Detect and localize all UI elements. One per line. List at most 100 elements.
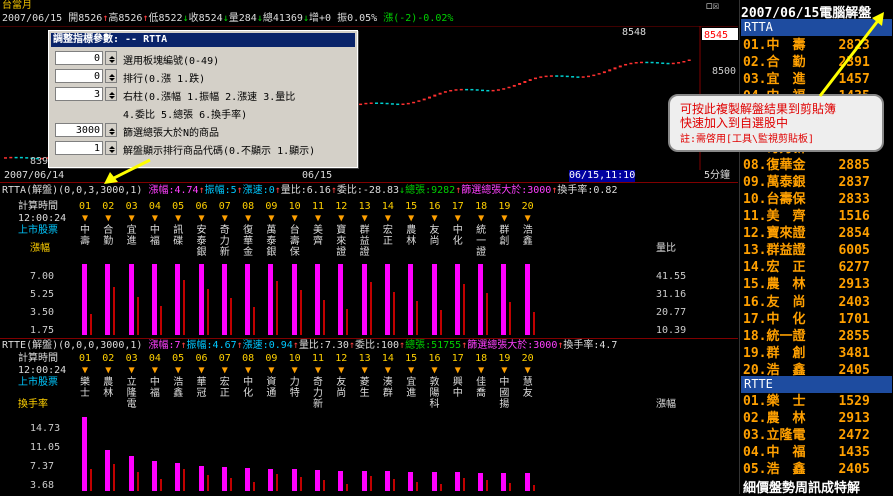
sidebar-list-item[interactable]: 13. 群益證 6005 (743, 243, 870, 258)
stock-column[interactable]: 20 ▼ 慧 友 (519, 353, 537, 399)
param-input[interactable]: 3 (55, 87, 103, 101)
stock-column[interactable]: 19 ▼ 中 國 揚 (495, 353, 513, 410)
stock-column[interactable]: 16 ▼ 敦 陽 科 (426, 353, 444, 410)
dialog-title[interactable]: 調整指標參數: -- RTTA (51, 33, 355, 47)
value-bar[interactable] (268, 468, 274, 491)
sidebar-rtta-header[interactable]: RTTA (741, 19, 892, 36)
stock-column[interactable]: 03 ▼ 宜 進 (123, 201, 141, 247)
value-bar[interactable] (82, 264, 87, 335)
value-bar[interactable] (128, 264, 134, 335)
value-bar[interactable] (315, 469, 320, 491)
sidebar-list-item[interactable]: 17. 中 化 1701 (743, 312, 870, 327)
param-input[interactable]: 1 (55, 141, 103, 155)
param-input[interactable]: 3000 (55, 123, 103, 137)
value-bar[interactable] (408, 264, 414, 335)
value-bar[interactable] (245, 264, 251, 335)
value-bar[interactable] (175, 264, 181, 335)
stock-column[interactable]: 15 ▼ 宜 進 (402, 353, 420, 399)
value-bar[interactable] (315, 264, 320, 335)
stock-column[interactable]: 17 ▼ 中 化 (449, 201, 467, 247)
sidebar-list-item[interactable]: 16. 友 尚 2403 (743, 295, 870, 310)
sidebar-list-item[interactable]: 01. 樂 士 1529 (743, 394, 870, 409)
sidebar-list-item[interactable]: 09. 萬泰銀 2837 (743, 175, 870, 190)
stock-column[interactable]: 07 ▼ 宏 正 (216, 353, 234, 399)
stock-column[interactable]: 17 ▼ 興 中 (449, 353, 467, 399)
stock-column[interactable]: 01 ▼ 中 壽 (76, 201, 94, 247)
value-bar[interactable] (291, 264, 297, 335)
value-bar[interactable] (478, 264, 484, 335)
sidebar-list-item[interactable]: 02. 合 勤 2391 (743, 55, 870, 70)
interval-label[interactable]: 5分鐘 (704, 170, 730, 182)
value-bar[interactable] (105, 264, 111, 335)
value-bar[interactable] (431, 471, 437, 491)
stock-column[interactable]: 02 ▼ 農 林 (99, 353, 117, 399)
stock-column[interactable]: 12 ▼ 寶 來 證 (332, 201, 350, 258)
stock-column[interactable]: 02 ▼ 合 勤 (99, 201, 117, 247)
value-bar[interactable] (221, 264, 227, 335)
stock-column[interactable]: 18 ▼ 佳 喬 (472, 353, 490, 399)
sidebar-list-item[interactable]: 14. 宏 正 6277 (743, 260, 870, 275)
value-bar[interactable] (198, 264, 204, 335)
stock-column[interactable]: 09 ▼ 資 通 (262, 353, 280, 399)
sidebar-rtte-header[interactable]: RTTE (741, 376, 892, 393)
value-bar[interactable] (454, 264, 460, 335)
stock-column[interactable]: 05 ▼ 浩 鑫 (169, 353, 187, 399)
value-bar[interactable] (175, 462, 181, 491)
value-bar[interactable] (151, 460, 157, 491)
spinner-icon[interactable] (105, 123, 117, 137)
stock-column[interactable]: 01 ▼ 樂 士 (76, 353, 94, 399)
sidebar-list-item[interactable]: 08. 復華金 2885 (743, 158, 870, 173)
sidebar-list-item[interactable]: 11. 美 齊 1516 (743, 209, 870, 224)
stock-column[interactable]: 14 ▼ 宏 正 (379, 201, 397, 247)
sidebar-list-item[interactable]: 18. 統一證 2855 (743, 329, 870, 344)
stock-column[interactable]: 10 ▼ 台 壽 保 (286, 201, 304, 258)
spinner-icon[interactable] (105, 69, 117, 83)
sidebar-list-item[interactable]: 15. 農 林 2913 (743, 277, 870, 292)
sidebar-list-item[interactable]: 02. 農 林 2913 (743, 411, 870, 426)
stock-column[interactable]: 19 ▼ 群 創 (495, 201, 513, 247)
sidebar-list-item[interactable]: 12. 寶來證 2854 (743, 226, 870, 241)
value-bar[interactable] (524, 264, 530, 335)
value-bar[interactable] (361, 264, 367, 335)
value-bar[interactable] (501, 473, 507, 491)
spinner-icon[interactable] (105, 141, 117, 155)
stock-column[interactable]: 14 ▼ 湊 群 (379, 353, 397, 399)
stock-column[interactable]: 09 ▼ 萬 泰 銀 (262, 201, 280, 258)
value-bar[interactable] (524, 473, 530, 491)
stock-column[interactable]: 10 ▼ 力 特 (286, 353, 304, 399)
stock-column[interactable]: 13 ▼ 菱 生 (356, 353, 374, 399)
value-bar[interactable] (82, 416, 87, 491)
stock-column[interactable]: 06 ▼ 安 泰 銀 (193, 201, 211, 258)
stock-column[interactable]: 11 ▼ 美 齊 (309, 201, 327, 247)
stock-column[interactable]: 20 ▼ 浩 鑫 (519, 201, 537, 247)
sidebar-list-item[interactable]: 19. 群 創 3481 (743, 346, 870, 361)
value-bar[interactable] (338, 264, 344, 335)
stock-column[interactable]: 07 ▼ 奇 力 新 (216, 201, 234, 258)
value-bar[interactable] (105, 450, 111, 491)
stock-column[interactable]: 18 ▼ 統 一 證 (472, 201, 490, 258)
stock-column[interactable]: 04 ▼ 中 福 (146, 353, 164, 399)
sidebar-list-item[interactable]: 05. 浩 鑫 2405 (743, 462, 870, 477)
stock-column[interactable]: 08 ▼ 復 華 金 (239, 201, 257, 258)
sidebar-list-item[interactable]: 03. 立隆電 2472 (743, 428, 870, 443)
stock-column[interactable]: 12 ▼ 友 尚 (332, 353, 350, 399)
stock-column[interactable]: 11 ▼ 奇 力 新 (309, 353, 327, 410)
value-bar[interactable] (221, 466, 227, 491)
spinner-icon[interactable] (105, 87, 117, 101)
value-bar[interactable] (198, 465, 204, 491)
value-bar[interactable] (338, 470, 344, 491)
value-bar[interactable] (384, 471, 390, 491)
value-bar[interactable] (501, 264, 507, 335)
param-input[interactable]: 0 (55, 51, 103, 65)
stock-column[interactable]: 06 ▼ 華 冠 (193, 353, 211, 399)
value-bar[interactable] (128, 455, 134, 491)
window-controls-icon[interactable]: ◻☒ (706, 0, 719, 12)
stock-column[interactable]: 08 ▼ 中 化 (239, 353, 257, 399)
stock-column[interactable]: 13 ▼ 群 益 證 (356, 201, 374, 258)
value-bar[interactable] (431, 264, 437, 335)
param-input[interactable]: 0 (55, 69, 103, 83)
stock-column[interactable]: 05 ▼ 訊 碟 (169, 201, 187, 247)
parameter-dialog[interactable]: 調整指標參數: -- RTTA 0 選用板塊編號(0-49) 0 排行(0.漲 1.跌… (48, 30, 358, 168)
stock-column[interactable]: 03 ▼ 立 隆 電 (123, 353, 141, 410)
value-bar[interactable] (361, 470, 367, 491)
